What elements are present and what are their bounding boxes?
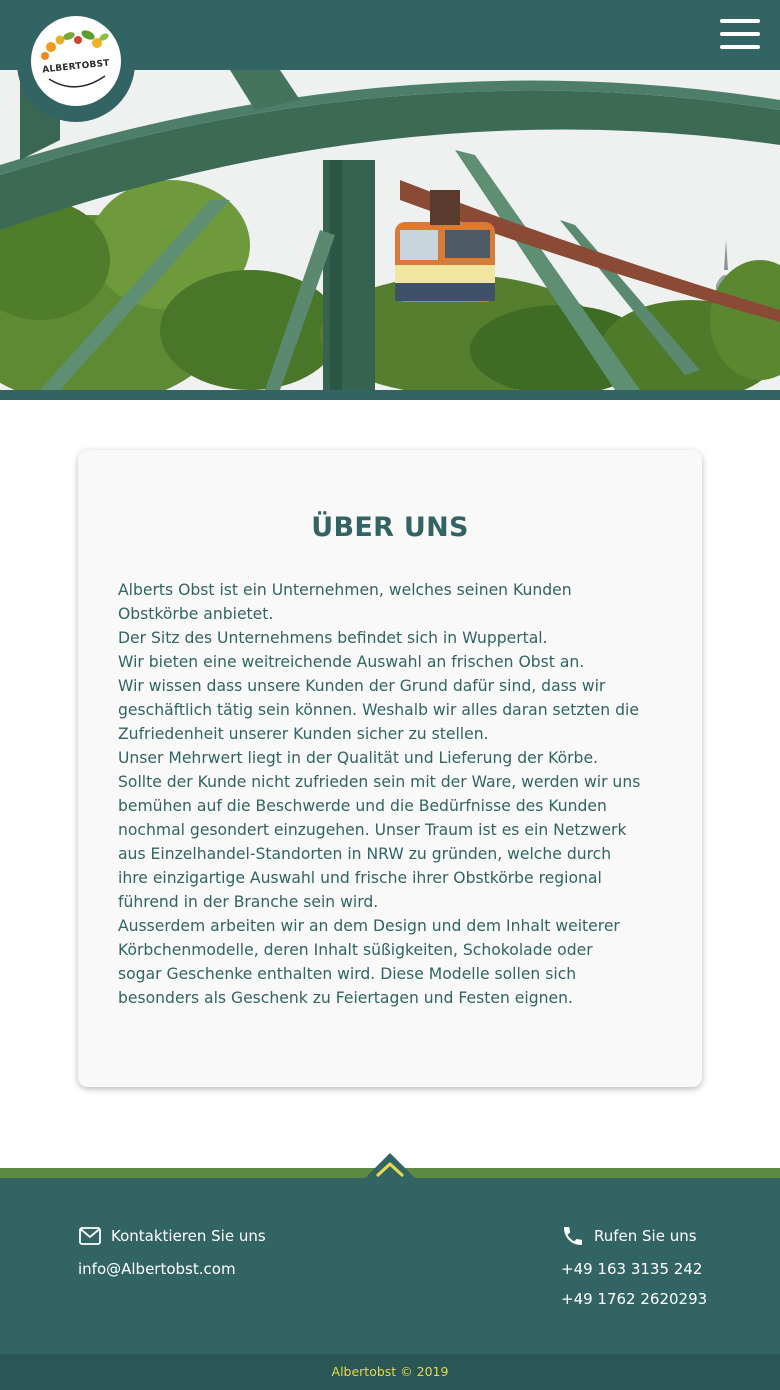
chevron-up-icon bbox=[364, 1153, 416, 1179]
email-link[interactable]: info@Albertobst.com bbox=[78, 1260, 266, 1278]
about-line: sogar Geschenke enthalten wird. Diese Mo… bbox=[118, 965, 577, 983]
about-line: führend in der Branche sein wird. bbox=[118, 893, 379, 911]
about-line: Der Sitz des Unternehmens befindet sich … bbox=[118, 629, 548, 647]
about-line: Sollte der Kunde nicht zufrieden sein mi… bbox=[118, 773, 641, 791]
email-contact: Kontaktieren Sie uns info@Albertobst.com bbox=[78, 1224, 266, 1278]
phone-heading: Rufen Sie uns bbox=[594, 1227, 697, 1245]
phone-icon bbox=[561, 1224, 585, 1248]
hero-schwebebahn-illustration bbox=[0, 70, 780, 390]
copyright-text: Albertobst © 2019 bbox=[331, 1364, 449, 1379]
about-line: geschäftlich tätig sein können. Weshalb … bbox=[118, 701, 639, 719]
hamburger-line bbox=[720, 19, 760, 23]
phone-link[interactable]: +49 163 3135 242 bbox=[561, 1260, 707, 1278]
hero-bottom-border bbox=[0, 390, 780, 400]
logo[interactable]: ALBERTOBST bbox=[31, 16, 121, 106]
about-line: Alberts Obst ist ein Unternehmen, welche… bbox=[118, 581, 572, 599]
about-line: ihre einzigartige Auswahl und frische ih… bbox=[118, 869, 602, 887]
mail-icon bbox=[78, 1224, 102, 1248]
page: ALBERTOBST ÜBER UNS Alberts Obst ist ein… bbox=[0, 0, 780, 1390]
hamburger-menu-icon[interactable] bbox=[720, 19, 760, 49]
logo-badge[interactable]: ALBERTOBST bbox=[17, 4, 135, 122]
about-line: Zufriedenheit unserer Kunden sicher zu s… bbox=[118, 725, 489, 743]
phone-contact: Rufen Sie uns +49 163 3135 242 +49 1762 … bbox=[561, 1224, 707, 1308]
about-line: besonders als Geschenk zu Feiertagen und… bbox=[118, 989, 573, 1007]
about-line: aus Einzelhandel-Standorten in NRW zu gr… bbox=[118, 845, 612, 863]
about-line: nochmal gesondert einzugehen. Unser Trau… bbox=[118, 821, 627, 839]
about-line: Körbchenmodelle, deren Inhalt süßigkeite… bbox=[118, 941, 593, 959]
about-line: Wir bieten eine weitreichende Auswahl an… bbox=[118, 653, 585, 671]
email-heading: Kontaktieren Sie uns bbox=[111, 1227, 266, 1245]
about-line: Ausserdem arbeiten wir an dem Design und… bbox=[118, 917, 620, 935]
phone-link[interactable]: +49 1762 2620293 bbox=[561, 1290, 707, 1308]
hamburger-line bbox=[720, 32, 760, 36]
about-line: Wir wissen dass unsere Kunden der Grund … bbox=[118, 677, 606, 695]
hero-image bbox=[0, 70, 780, 390]
about-line: Obstkörbe anbietet. bbox=[118, 605, 274, 623]
hamburger-line bbox=[720, 45, 760, 49]
scroll-to-top-button[interactable] bbox=[364, 1153, 416, 1179]
about-line: Unser Mehrwert liegt in der Qualität und… bbox=[118, 749, 598, 767]
about-text: Alberts Obst ist ein Unternehmen, welche… bbox=[118, 578, 678, 1010]
about-title: ÜBER UNS bbox=[311, 512, 469, 543]
about-line: bemühen auf die Beschwerde und die Bedür… bbox=[118, 797, 607, 815]
